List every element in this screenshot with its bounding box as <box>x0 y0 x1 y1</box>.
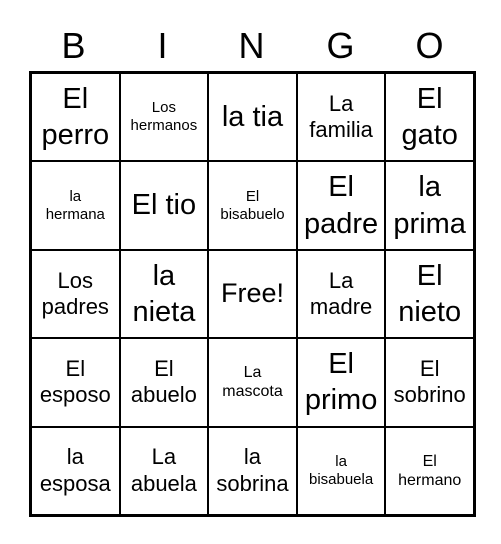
bingo-grid: El perro Los hermanos la tia La familia … <box>29 71 476 517</box>
bingo-cell: la nieta <box>119 249 209 339</box>
bingo-cell: El nieto <box>385 249 474 339</box>
bingo-cell: la esposa <box>31 426 120 515</box>
header-letter-o: O <box>415 25 444 66</box>
bingo-header: B I N G O <box>29 22 474 70</box>
header-letter-n: N <box>238 25 265 66</box>
bingo-cell: La madre <box>296 249 386 339</box>
bingo-cell: la sobrina <box>208 426 297 515</box>
free-space: Free! <box>208 249 297 339</box>
bingo-cell: El bisabuelo <box>208 161 297 250</box>
bingo-cell: El abuelo <box>119 338 209 427</box>
bingo-cell: La abuela <box>119 426 209 515</box>
bingo-cell: El primo <box>296 338 386 427</box>
bingo-cell: Los padres <box>31 249 120 339</box>
bingo-cell: El gato <box>385 73 474 162</box>
bingo-cell: la hermana <box>31 161 120 250</box>
bingo-cell: El tio <box>119 161 209 250</box>
bingo-cell: El padre <box>296 161 386 250</box>
bingo-cell: La familia <box>296 73 386 162</box>
bingo-cell: El hermano <box>385 426 474 515</box>
bingo-cell: Los hermanos <box>119 73 209 162</box>
bingo-cell: la prima <box>385 161 474 250</box>
bingo-cell: El esposo <box>31 338 120 427</box>
header-letter-g: G <box>326 25 355 66</box>
bingo-cell: la bisabuela <box>296 426 386 515</box>
bingo-cell: La mascota <box>208 338 297 427</box>
header-letter-i: I <box>157 25 168 66</box>
header-letter-b: B <box>61 25 86 66</box>
bingo-cell: la tia <box>208 73 297 162</box>
bingo-cell: El perro <box>31 73 120 162</box>
bingo-cell: El sobrino <box>385 338 474 427</box>
